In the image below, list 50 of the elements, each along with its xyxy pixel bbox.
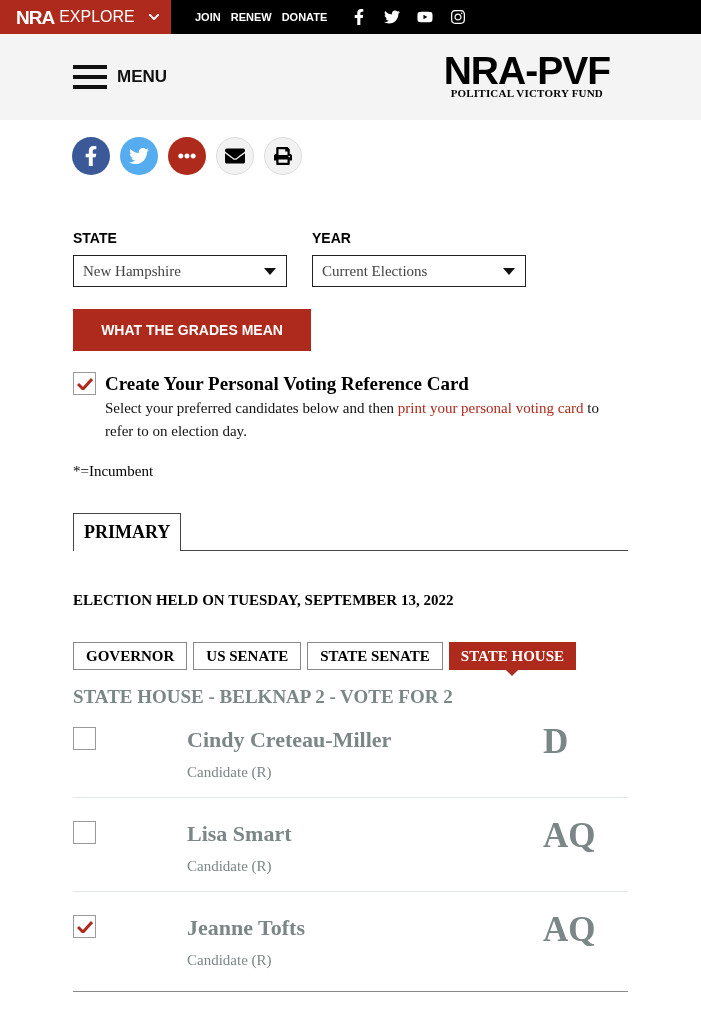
check-icon: [76, 377, 93, 390]
race-tab[interactable]: STATE HOUSE: [448, 642, 577, 670]
incumbent-legend: *=Incumbent: [73, 461, 628, 481]
facebook-icon[interactable]: [72, 137, 110, 175]
caret-down-icon: [264, 267, 276, 275]
instagram-icon[interactable]: [450, 9, 467, 25]
race-heading: STATE HOUSE - BELKNAP 2 - VOTE FOR 2: [73, 685, 454, 709]
caret-down-icon: [503, 267, 515, 275]
candidate-name: Cindy Creteau-Miller: [187, 727, 392, 753]
top-nav-link[interactable]: JOIN: [195, 8, 221, 26]
checkbox[interactable]: [73, 821, 96, 844]
checkbox[interactable]: [73, 915, 96, 938]
candidate-role: Candidate (R): [187, 951, 272, 970]
checkbox[interactable]: [73, 727, 96, 750]
candidate-role: Candidate (R): [187, 857, 272, 876]
race-tab[interactable]: US SENATE: [193, 642, 302, 670]
nra-logo: NRA: [16, 7, 55, 27]
chevron-down-icon: [147, 11, 160, 23]
select-field[interactable]: New Hampshire: [73, 255, 287, 287]
youtube-icon[interactable]: [417, 9, 434, 25]
candidate-grade: D: [543, 722, 569, 762]
candidate-role: Candidate (R): [187, 763, 272, 782]
explore-menu-button[interactable]: NRA EXPLORE: [0, 0, 171, 34]
menu-button[interactable]: MENU: [73, 64, 168, 90]
filter-label: YEAR: [312, 230, 352, 246]
menu-icon: [73, 65, 107, 89]
election-tab[interactable]: PRIMARY: [73, 513, 182, 551]
twitter-icon[interactable]: [384, 9, 401, 25]
candidate-grade: AQ: [543, 816, 596, 856]
candidate-grade: AQ: [543, 910, 596, 950]
tab-pointer-icon: [506, 670, 519, 676]
top-nav-link[interactable]: DONATE: [281, 8, 328, 26]
envelope-icon[interactable]: [216, 137, 254, 175]
more-icon[interactable]: [168, 137, 206, 175]
select-field[interactable]: Current Elections: [312, 255, 526, 287]
check-icon: [76, 920, 93, 933]
printer-icon[interactable]: [264, 137, 302, 175]
reference-card-description: Select your preferred candidates below and then print your personal voting card to refer to on election day.: [105, 399, 600, 441]
top-nav-link[interactable]: RENEW: [230, 8, 272, 26]
race-tab[interactable]: STATE SENATE: [307, 642, 443, 670]
filter-label: STATE: [73, 230, 118, 246]
checkbox[interactable]: [73, 372, 96, 395]
nra-pvf-logo[interactable]: NRA-PVF POLITICAL VICTORY FUND: [443, 54, 610, 100]
print-card-link[interactable]: print your personal voting card: [397, 400, 584, 416]
candidate-name: Jeanne Tofts: [187, 915, 305, 941]
election-date: ELECTION HELD ON TUESDAY, SEPTEMBER 13, 2022: [73, 591, 455, 610]
candidate-name: Lisa Smart: [187, 821, 292, 847]
race-tab[interactable]: GOVERNOR: [73, 642, 188, 670]
reference-card-title: Create Your Personal Voting Reference Card: [105, 372, 470, 396]
grades-button[interactable]: WHAT THE GRADES MEAN: [73, 309, 311, 351]
